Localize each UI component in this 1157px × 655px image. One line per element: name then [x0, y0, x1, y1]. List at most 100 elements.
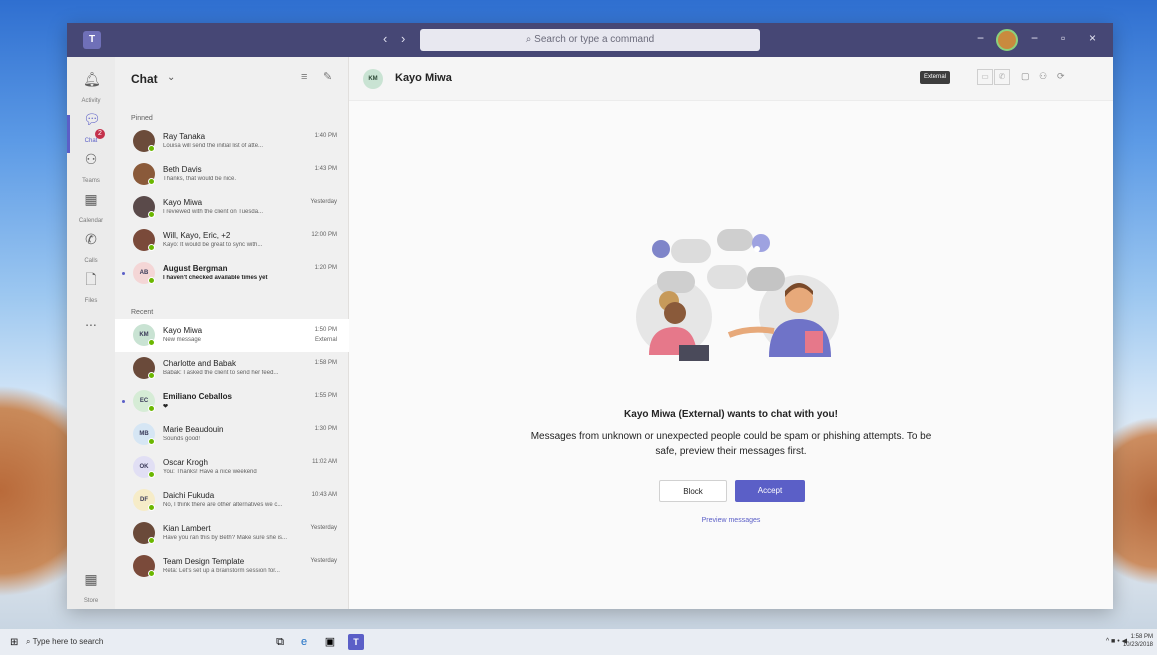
- chat-name: Marie Beaudouin: [163, 425, 224, 434]
- screen-share-icon[interactable]: ▢: [1021, 71, 1030, 82]
- audio-call-icon[interactable]: ✆: [994, 69, 1010, 85]
- file-icon: 🗋: [85, 271, 97, 287]
- preview-messages-link[interactable]: Preview messages: [349, 517, 1113, 524]
- rail-teams[interactable]: ⚇ Teams: [67, 145, 115, 185]
- command-search-input[interactable]: ⌕ Search or type a command: [420, 29, 760, 51]
- rail-label: Teams: [82, 178, 100, 184]
- chat-preview: Thanks, that would be nice.: [163, 176, 237, 182]
- task-view-icon[interactable]: ⧉: [272, 634, 288, 650]
- presence-dot: [148, 438, 155, 445]
- chat-name: Kayo Miwa: [163, 326, 203, 335]
- contact-avatar: KM: [363, 69, 383, 89]
- calendar-icon: ▦: [84, 191, 98, 207]
- presence-dot: [148, 211, 155, 218]
- taskbar-search-placeholder: Type here to search: [32, 637, 104, 646]
- chat-name: Daichi Fukuda: [163, 491, 215, 500]
- taskbar-search-input[interactable]: ⌕ Type here to search: [26, 637, 103, 647]
- chat-preview: Louisa will send the initial list of att…: [163, 143, 264, 149]
- chat-name: Will, Kayo, Eric, +2: [163, 231, 231, 240]
- presence-dot: [148, 537, 155, 544]
- chat-time: 1:50 PM: [314, 327, 337, 333]
- rail-calendar[interactable]: ▦ Calendar: [67, 185, 115, 225]
- presence-dot: [148, 504, 155, 511]
- rail-store[interactable]: ▦ Store: [67, 565, 115, 605]
- teams-window: T ‹ › ⌕ Search or type a command − − ▫ ×…: [67, 23, 1113, 609]
- chat-name: Kian Lambert: [163, 524, 211, 533]
- video-call-icon[interactable]: ▭: [977, 69, 993, 85]
- chat-list-item[interactable]: Will, Kayo, Eric, +2 Kayo: It would be gr…: [115, 224, 349, 257]
- rail-calls[interactable]: ✆ Calls: [67, 225, 115, 265]
- chat-time: 1:58 PM: [314, 360, 337, 366]
- accept-button[interactable]: Accept: [735, 480, 805, 502]
- title-bar: T ‹ › ⌕ Search or type a command − − ▫ ×: [67, 23, 1113, 57]
- presence-dot: [148, 339, 155, 346]
- chat-list-pane: Chat ⌄ ≡ ✎ Pinned Ray Tanaka Louisa will …: [115, 57, 349, 609]
- title-dash: −: [977, 31, 985, 45]
- restore-button[interactable]: ▫: [1061, 31, 1065, 45]
- app-rail: 🔔︎ Activity 💬︎ Chat 2 ⚇ Teams ▦ Calendar…: [67, 57, 115, 609]
- store-icon: ▦: [84, 571, 98, 587]
- taskbar-clock[interactable]: 1:58 PM 10/23/2018: [1123, 633, 1153, 649]
- store-app-icon[interactable]: ▣: [322, 634, 338, 650]
- rail-label: Calls: [84, 258, 98, 264]
- chat-time: Yesterday: [310, 525, 337, 531]
- chat-list-item[interactable]: DF Daichi Fukuda No, I think there are oth…: [115, 484, 349, 517]
- rail-chat[interactable]: 💬︎ Chat: [67, 105, 115, 145]
- new-chat-icon[interactable]: ✎: [323, 70, 332, 83]
- contact-name[interactable]: Kayo Miwa: [395, 72, 452, 84]
- presence-dot: [148, 570, 155, 577]
- minimize-button[interactable]: −: [1031, 31, 1038, 45]
- block-button[interactable]: Block: [659, 480, 727, 502]
- windows-start-icon[interactable]: ⊞: [10, 637, 18, 648]
- chat-preview: Sounds good!: [163, 436, 201, 442]
- pinned-section-label: Pinned: [131, 115, 153, 122]
- chat-time: 10:43 AM: [311, 492, 337, 498]
- chat-preview: New message: [163, 337, 202, 343]
- chat-list-item[interactable]: OK Oscar Krogh You: Thanks! Have a nice we…: [115, 451, 349, 484]
- teams-taskbar-icon[interactable]: T: [348, 634, 364, 650]
- rail-activity[interactable]: 🔔︎ Activity: [67, 65, 115, 105]
- presence-dot: [148, 145, 155, 152]
- rail-more[interactable]: ...: [67, 307, 115, 347]
- more-options-icon[interactable]: ⟳: [1057, 71, 1065, 82]
- chat-list-title[interactable]: Chat: [131, 72, 158, 86]
- unread-indicator: [122, 400, 125, 403]
- forward-button[interactable]: ›: [401, 31, 405, 46]
- back-button[interactable]: ‹: [383, 31, 387, 46]
- chat-list-item[interactable]: Beth Davis Thanks, that would be nice. 1:4…: [115, 158, 349, 191]
- presence-dot: [148, 372, 155, 379]
- unread-indicator: [122, 272, 125, 275]
- chat-list-item[interactable]: Charlotte and Babak Babak: I asked the cl…: [115, 352, 349, 385]
- rail-files[interactable]: 🗋 Files: [67, 265, 115, 305]
- chat-list-item[interactable]: KM Kayo Miwa New message 1:50 PM External: [115, 319, 349, 352]
- chat-name: Ray Tanaka: [163, 132, 206, 141]
- chat-list-item[interactable]: AB August Bergman I haven't checked availa…: [115, 257, 349, 290]
- chat-time: 12:00 PM: [311, 232, 337, 238]
- chat-list-item[interactable]: Team Design Template Reta: Let's set up a…: [115, 550, 349, 583]
- chat-time: 1:55 PM: [314, 393, 337, 399]
- external-badge: External: [920, 71, 951, 84]
- chat-list-item[interactable]: MB Marie Beaudouin Sounds good! 1:30 PM: [115, 418, 349, 451]
- filter-icon[interactable]: ≡: [301, 71, 307, 83]
- add-people-icon[interactable]: ⚇: [1039, 71, 1047, 82]
- chat-name: Kayo Miwa: [163, 198, 203, 207]
- chat-preview: Reta: Let's set up a brainstorm session …: [163, 568, 280, 574]
- chat-icon: 💬︎: [83, 111, 101, 127]
- more-icon: ...: [85, 313, 97, 329]
- chat-list-item[interactable]: EC Emiliano Ceballos ❤ 1:55 PM: [115, 385, 349, 418]
- chat-request-illustration: [636, 229, 839, 361]
- chat-list-item[interactable]: Kayo Miwa I reviewed with the client on T…: [115, 191, 349, 224]
- profile-avatar[interactable]: [996, 29, 1018, 51]
- chat-name: Beth Davis: [163, 165, 202, 174]
- chevron-down-icon[interactable]: ⌄: [167, 72, 175, 83]
- presence-dot: [148, 244, 155, 251]
- phone-icon: ✆: [85, 231, 97, 247]
- close-button[interactable]: ×: [1089, 31, 1096, 45]
- rail-label: Store: [83, 598, 99, 604]
- chat-time: Yesterday: [310, 199, 337, 205]
- chat-external-tag: External: [314, 337, 337, 343]
- chat-list-item[interactable]: Kian Lambert Have you ran this by Beth? M…: [115, 517, 349, 550]
- chat-list-item[interactable]: Ray Tanaka Louisa will send the initial l…: [115, 125, 349, 158]
- chat-list-header: Chat ⌄ ≡ ✎: [115, 57, 348, 101]
- edge-icon[interactable]: e: [296, 634, 312, 650]
